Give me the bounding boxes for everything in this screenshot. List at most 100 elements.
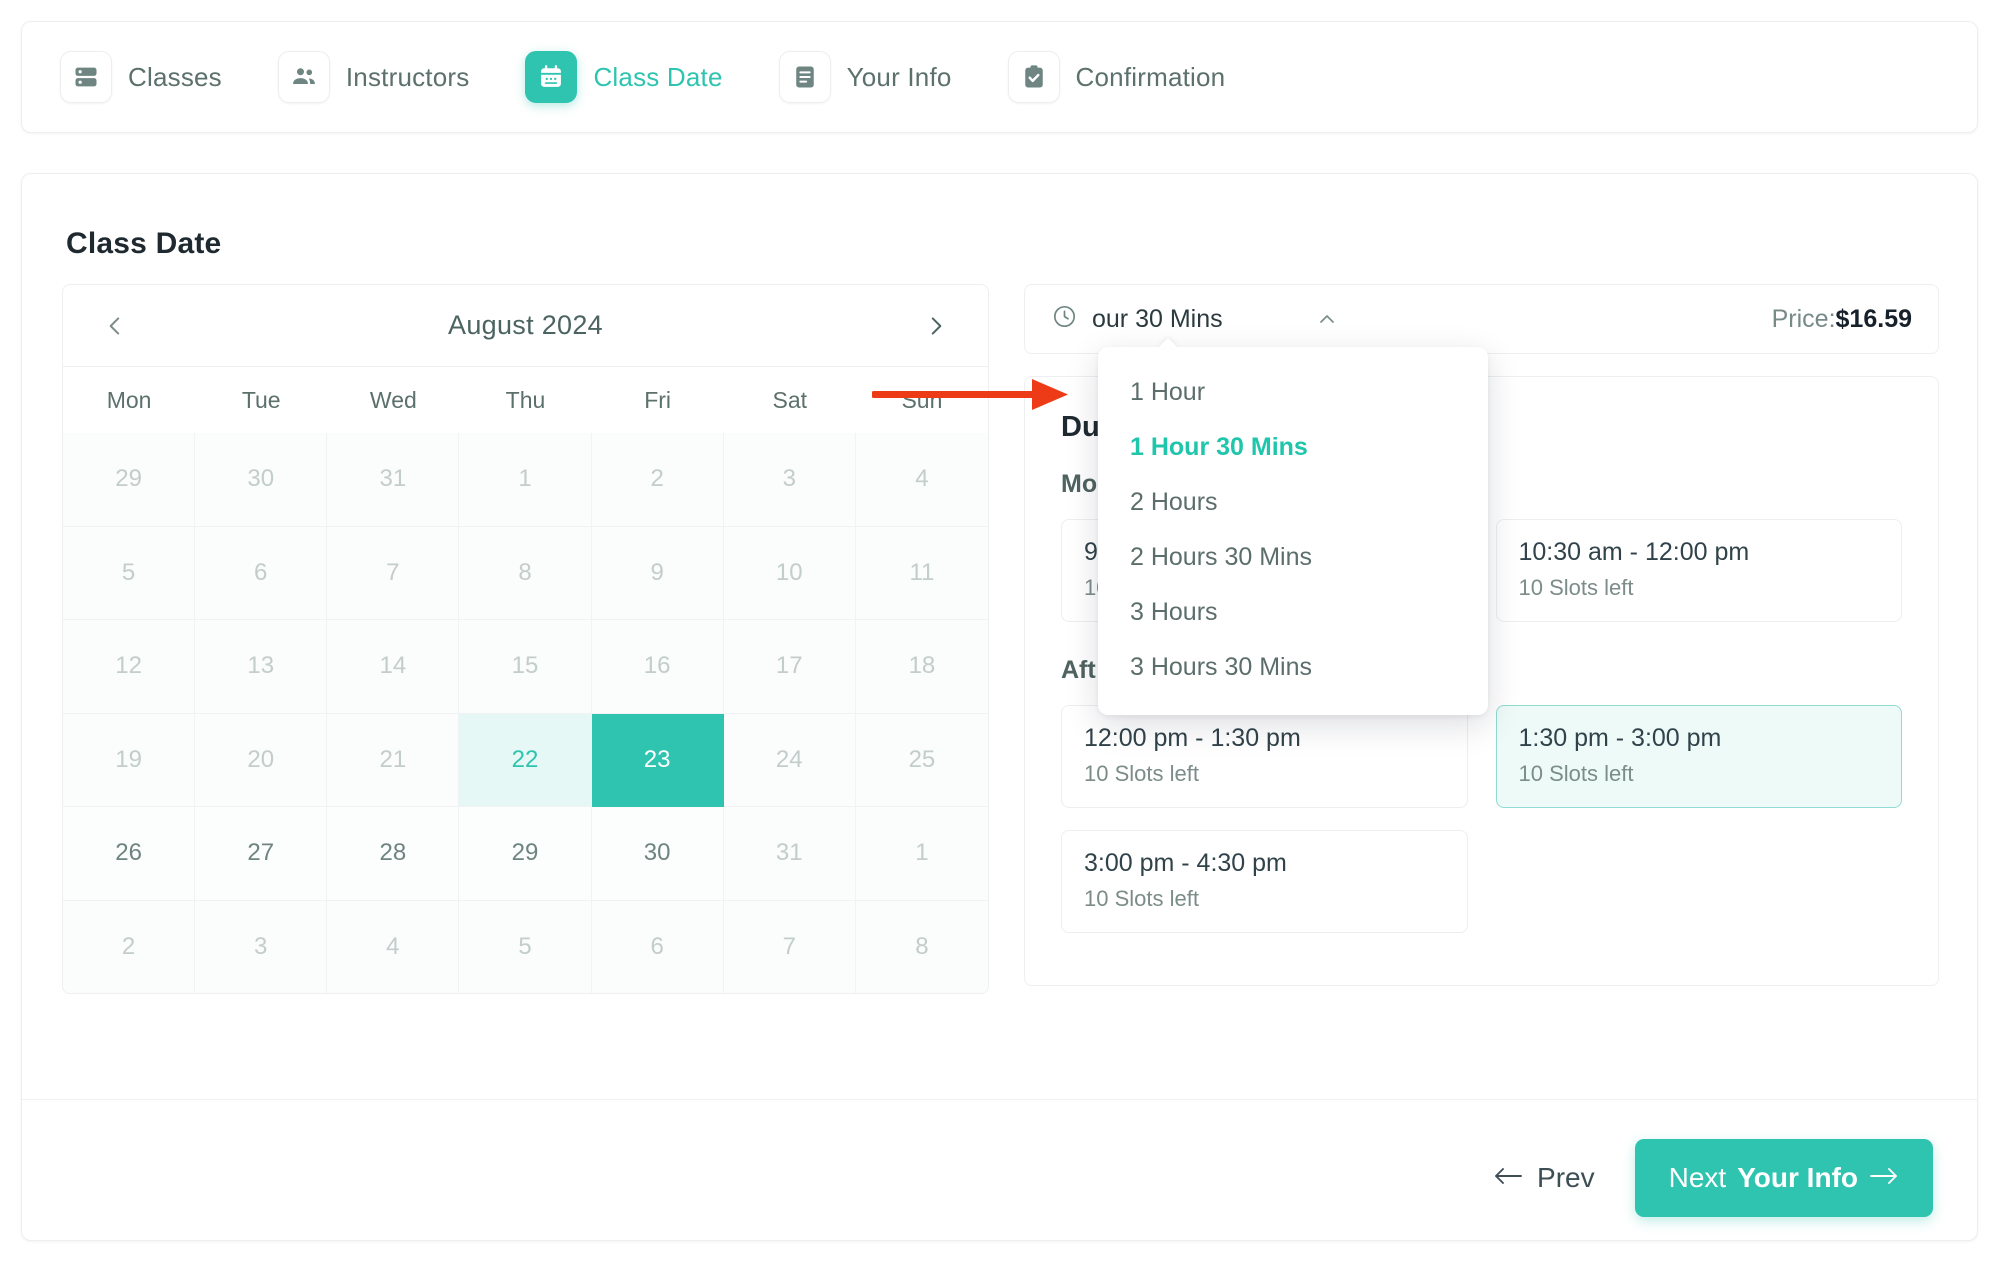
time-slot[interactable]: 3:00 pm - 4:30 pm 10 Slots left xyxy=(1061,830,1468,933)
calendar-day-cell[interactable]: 27 xyxy=(195,807,328,901)
duration-option[interactable]: 2 Hours 30 Mins xyxy=(1098,530,1488,585)
chevron-left-icon[interactable] xyxy=(95,306,135,346)
wizard-footer: Prev Next Your Info xyxy=(1493,1139,1933,1217)
step-classes[interactable]: Classes xyxy=(60,51,222,103)
next-button-label-plain: Next xyxy=(1668,1162,1727,1193)
afternoon-slot-rows: 12:00 pm - 1:30 pm 10 Slots left 1:30 pm -… xyxy=(1061,705,1902,933)
calendar-weekday: Tue xyxy=(241,386,281,413)
server-rows-icon xyxy=(60,51,112,103)
calendar-day-cell[interactable]: 14 xyxy=(327,620,460,714)
calendar-day-cell[interactable]: 7 xyxy=(327,526,460,620)
calendar-day-cell[interactable]: 2 xyxy=(591,433,724,527)
calendar-day-cell[interactable]: 23 xyxy=(591,713,724,807)
calendar-icon xyxy=(525,51,578,103)
calendar-day-cell[interactable]: 30 xyxy=(591,807,724,901)
calendar-day-cell[interactable]: 19 xyxy=(63,713,196,807)
duration-option[interactable]: 3 Hours 30 Mins xyxy=(1098,640,1488,695)
calendar-day-cell[interactable]: 3 xyxy=(723,433,856,527)
calendar-day-cell[interactable]: 20 xyxy=(195,713,328,807)
calendar-day-cell[interactable]: 5 xyxy=(459,900,592,993)
calendar-day-cell[interactable]: 17 xyxy=(723,620,856,714)
step-class-date[interactable]: Class Date xyxy=(525,51,722,103)
calendar-day-cell[interactable]: 4 xyxy=(855,433,988,527)
calendar-day-cell[interactable]: 28 xyxy=(327,807,460,901)
calendar-day-cell[interactable]: 13 xyxy=(195,620,328,714)
time-slot[interactable]: 1:30 pm - 3:00 pm 10 Slots left xyxy=(1495,705,1902,808)
step-label-class-date: Class Date xyxy=(593,61,723,92)
page-title: Class Date xyxy=(66,227,222,260)
clipboard-check-icon xyxy=(1007,51,1060,103)
calendar-day-cell[interactable]: 11 xyxy=(855,526,988,620)
calendar-day-cell[interactable]: 31 xyxy=(723,807,856,901)
calendar-day-cell[interactable]: 9 xyxy=(591,526,724,620)
time-slot-availability: 10 Slots left xyxy=(1518,761,1634,786)
calendar-day-cell[interactable]: 6 xyxy=(195,526,328,620)
calendar-day-cell[interactable]: 1 xyxy=(459,433,592,527)
footer-divider xyxy=(22,1099,1977,1100)
prev-button-label: Prev xyxy=(1537,1162,1595,1193)
calendar-day-cell[interactable]: 30 xyxy=(195,433,328,527)
step-your-info[interactable]: Your Info xyxy=(778,51,952,103)
duration-dropdown-menu[interactable]: 1 Hour 1 Hour 30 Mins 2 Hours 2 Hours 30 Mi… xyxy=(1098,347,1488,715)
step-label-your-info: Your Info xyxy=(846,61,952,92)
next-button[interactable]: Next Your Info xyxy=(1634,1139,1933,1217)
calendar-day-cell[interactable]: 16 xyxy=(591,620,724,714)
step-label-confirmation: Confirmation xyxy=(1075,61,1226,92)
calendar-day-cell[interactable]: 7 xyxy=(723,900,856,993)
calendar-weekday-row: Mon Tue Wed Thu Fri Sat Sun xyxy=(63,367,988,433)
time-slot-time: 10:30 am - 12:00 pm xyxy=(1518,538,1750,566)
calendar-day-cell[interactable]: 8 xyxy=(855,900,988,993)
time-slot-time: 1:30 pm - 3:00 pm xyxy=(1518,724,1722,752)
booking-wizard-page: Classes Instructors Class Date Your Info… xyxy=(0,0,1999,1264)
step-confirmation[interactable]: Confirmation xyxy=(1007,51,1226,103)
calendar-day-cell[interactable]: 21 xyxy=(327,713,460,807)
price-value: $16.59 xyxy=(1835,304,1912,333)
calendar-weekday: Wed xyxy=(369,386,417,413)
calendar-day-cell[interactable]: 22 xyxy=(459,713,592,807)
duration-option[interactable]: 1 Hour xyxy=(1098,365,1488,420)
calendar-day-cell[interactable]: 15 xyxy=(459,620,592,714)
duration-option[interactable]: 3 Hours xyxy=(1098,585,1488,640)
calendar-month-label: August 2024 xyxy=(448,310,603,340)
step-instructors[interactable]: Instructors xyxy=(277,51,470,103)
calendar-weekday: Sat xyxy=(772,386,808,413)
calendar-day-cell[interactable]: 29 xyxy=(459,807,592,901)
calendar-day-cell[interactable]: 1 xyxy=(855,807,988,901)
calendar-weekday: Mon xyxy=(106,386,152,413)
calendar-day-cell[interactable]: 8 xyxy=(459,526,592,620)
prev-button[interactable]: Prev xyxy=(1493,1162,1595,1194)
duration-option[interactable]: 1 Hour 30 Mins xyxy=(1098,420,1488,475)
calendar-weekday: Fri xyxy=(644,386,672,413)
price-label: Price: xyxy=(1771,304,1836,333)
calendar-day-cell[interactable]: 18 xyxy=(855,620,988,714)
afternoon-slot-row: 12:00 pm - 1:30 pm 10 Slots left 1:30 pm -… xyxy=(1061,705,1902,808)
calendar-day-cell[interactable]: 31 xyxy=(327,433,460,527)
time-slot[interactable]: 12:00 pm - 1:30 pm 10 Slots left xyxy=(1061,705,1468,808)
chevron-up-icon[interactable] xyxy=(1315,307,1339,331)
calendar-day-cell[interactable]: 24 xyxy=(723,713,856,807)
time-slot-time: 3:00 pm - 4:30 pm xyxy=(1084,849,1287,877)
calendar: August 2024 Mon Tue Wed Thu Fri Sat Sun 29 30 31… xyxy=(62,284,989,994)
calendar-day-cell[interactable]: 12 xyxy=(63,620,196,714)
step-label-instructors: Instructors xyxy=(345,61,470,92)
people-icon xyxy=(277,51,330,103)
calendar-weekday: Thu xyxy=(505,386,546,413)
next-button-label-bold: Your Info xyxy=(1737,1162,1858,1193)
calendar-day-cell[interactable]: 5 xyxy=(63,526,196,620)
arrow-left-icon xyxy=(1493,1162,1523,1194)
time-slot[interactable]: 10:30 am - 12:00 pm 10 Slots left xyxy=(1495,519,1902,622)
duration-option[interactable]: 2 Hours xyxy=(1098,475,1488,530)
calendar-day-cell[interactable]: 2 xyxy=(63,900,196,993)
arrow-right-icon xyxy=(1869,1162,1899,1194)
time-slot-availability: 10 Slots left xyxy=(1084,886,1199,911)
calendar-day-cell[interactable]: 6 xyxy=(591,900,724,993)
calendar-day-cell[interactable]: 29 xyxy=(63,433,196,527)
duration-select-value-group: our 30 Mins xyxy=(1051,303,1223,335)
calendar-day-grid: 29 30 31 1 2 3 4 5 6 7 8 9 10 11 12 13 14 15 16 17 18 19 20 21 2… xyxy=(63,433,988,993)
calendar-day-cell[interactable]: 3 xyxy=(195,900,328,993)
calendar-day-cell[interactable]: 25 xyxy=(855,713,988,807)
calendar-day-cell[interactable]: 26 xyxy=(63,807,196,901)
calendar-day-cell[interactable]: 4 xyxy=(327,900,460,993)
chevron-right-icon[interactable] xyxy=(916,306,956,346)
calendar-day-cell[interactable]: 10 xyxy=(723,526,856,620)
